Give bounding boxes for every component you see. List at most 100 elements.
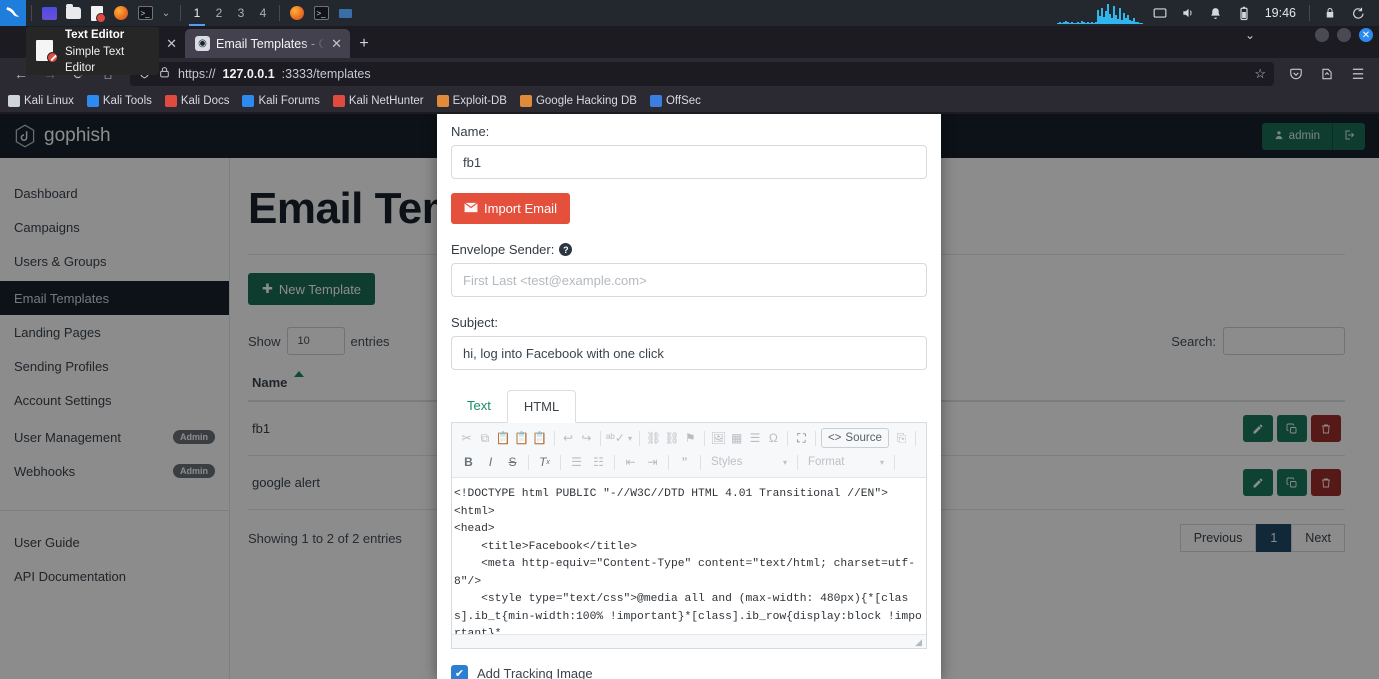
lock-icon[interactable] <box>1317 0 1343 26</box>
bookmark-kali-linux[interactable]: Kali Linux <box>8 95 74 107</box>
subject-input[interactable]: hi, log into Facebook with one click <box>451 336 927 370</box>
editor-toolbar: ✂ ⧉ 📋 📋 📋 ↩ ↪ ᵃᵇ✓ ▾ ⛓ ⛓ ⚑ 🖼 ▦ ☰ Ω ⛶ <> S… <box>452 423 926 478</box>
remove-format-icon[interactable]: Tx <box>534 452 555 473</box>
minimize-button[interactable] <box>1315 28 1329 42</box>
image-icon[interactable]: 🖼 <box>710 428 727 449</box>
editor-tabs: Text HTML <box>451 390 927 423</box>
system-tray: 19:46 <box>1147 0 1379 26</box>
taskbar-firefox-icon[interactable] <box>285 0 309 26</box>
blockquote-icon[interactable]: ” <box>674 452 695 473</box>
volume-icon[interactable] <box>1175 0 1201 26</box>
bookmark-kali-docs[interactable]: Kali Docs <box>164 95 229 107</box>
files-icon[interactable] <box>61 0 85 26</box>
envelope-sender-input[interactable]: First Last <test@example.com> <box>451 263 927 297</box>
logout-icon[interactable] <box>1345 0 1371 26</box>
toolbar-divider <box>815 430 816 446</box>
close-icon[interactable]: ✕ <box>331 36 342 52</box>
source-line: <head> <box>454 523 495 535</box>
modal-form: Name: fb1 Import Email Envelope Sender: … <box>437 124 941 679</box>
copy-icon[interactable]: ⧉ <box>476 428 493 449</box>
bookmark-kali-forums[interactable]: Kali Forums <box>242 95 320 107</box>
styles-dropdown[interactable]: Styles ▾ <box>706 456 792 468</box>
kali-dragon-icon[interactable] <box>0 0 26 26</box>
anchor-icon[interactable]: ⚑ <box>682 428 699 449</box>
envelope-icon <box>464 201 478 216</box>
paste-word-icon[interactable]: 📋 <box>531 428 548 449</box>
hamburger-menu-icon[interactable]: ☰ <box>1345 61 1371 87</box>
numbered-list-icon[interactable]: ☰ <box>566 452 587 473</box>
window-controls: ⌄ ✕ <box>1245 28 1373 42</box>
taskbar-terminal-icon[interactable]: >_ <box>309 0 333 26</box>
name-input[interactable]: fb1 <box>451 145 927 179</box>
bell-icon[interactable] <box>1203 0 1229 26</box>
workspace-switcher[interactable]: 1 2 3 4 <box>186 0 274 26</box>
toolbar-divider <box>700 454 701 470</box>
bookmark-label: Kali Linux <box>24 95 74 107</box>
editor-resize-handle[interactable] <box>452 634 926 648</box>
redo-icon[interactable]: ↪ <box>578 428 595 449</box>
format-dropdown[interactable]: Format ▾ <box>803 456 889 468</box>
bold-icon[interactable]: B <box>458 452 479 473</box>
table-icon[interactable]: ▦ <box>728 428 745 449</box>
horizontal-rule-icon[interactable]: ☰ <box>746 428 763 449</box>
source-button[interactable]: <> Source <box>820 428 889 448</box>
templates-icon[interactable]: ⎘ <box>893 428 910 449</box>
terminal-icon[interactable]: >_ <box>133 0 157 26</box>
chevron-down-icon[interactable]: ▾ <box>626 428 634 449</box>
html-source-area[interactable]: <!DOCTYPE html PUBLIC "-//W3C//DTD HTML … <box>452 478 926 634</box>
pocket-icon[interactable] <box>1283 61 1309 87</box>
bookmark-kali-nethunter[interactable]: Kali NetHunter <box>332 95 424 107</box>
battery-icon[interactable] <box>1231 0 1257 26</box>
tab-html[interactable]: HTML <box>506 390 577 423</box>
firefox-icon[interactable] <box>109 0 133 26</box>
save-to-pocket-icon[interactable] <box>1314 61 1340 87</box>
bookmark-google-hacking-db[interactable]: Google Hacking DB <box>519 95 637 107</box>
close-icon[interactable]: ✕ <box>166 36 177 52</box>
special-char-icon[interactable]: Ω <box>765 428 782 449</box>
tab-text[interactable]: Text <box>451 390 507 422</box>
cut-icon[interactable]: ✂ <box>458 428 475 449</box>
screen-icon[interactable] <box>1147 0 1173 26</box>
display-icon[interactable] <box>37 0 61 26</box>
chevron-down-icon[interactable]: ⌄ <box>1245 28 1255 42</box>
bulleted-list-icon[interactable]: ☷ <box>588 452 609 473</box>
panel-divider-3 <box>279 5 280 21</box>
kali-docs-icon <box>164 95 177 107</box>
outdent-icon[interactable]: ⇤ <box>620 452 641 473</box>
maximize-button[interactable] <box>1337 28 1351 42</box>
paste-icon[interactable]: 📋 <box>495 428 512 449</box>
maximize-icon[interactable]: ⛶ <box>793 428 810 449</box>
toolbar-divider <box>600 430 601 446</box>
toolbar-divider <box>639 430 640 446</box>
unlink-icon[interactable]: ⛓ <box>663 428 680 449</box>
workspace-2[interactable]: 2 <box>208 0 230 26</box>
panel-divider-2 <box>180 5 181 21</box>
bookmark-offsec[interactable]: OffSec <box>649 95 701 107</box>
bookmark-exploit-db[interactable]: Exploit-DB <box>436 95 507 107</box>
gophish-icon: ◉ <box>195 36 210 51</box>
chevron-down-icon[interactable]: ⌄ <box>157 0 175 26</box>
close-button[interactable]: ✕ <box>1359 28 1373 42</box>
workspace-1[interactable]: 1 <box>186 0 208 26</box>
workspace-3[interactable]: 3 <box>230 0 252 26</box>
taskbar-window-icon[interactable] <box>333 0 357 26</box>
undo-icon[interactable]: ↩ <box>559 428 576 449</box>
clock[interactable]: 19:46 <box>1259 6 1302 20</box>
lock-warning-icon[interactable] <box>158 66 171 82</box>
bookmark-star-icon[interactable]: ☆ <box>1254 66 1266 82</box>
strikethrough-icon[interactable]: S <box>502 452 523 473</box>
help-icon[interactable]: ? <box>559 243 573 256</box>
address-bar[interactable]: https:// 127.0.0.1:3333/templates ☆ <box>130 62 1274 86</box>
workspace-4[interactable]: 4 <box>252 0 274 26</box>
import-email-button[interactable]: Import Email <box>451 193 570 224</box>
bookmark-kali-tools[interactable]: Kali Tools <box>86 95 152 107</box>
text-editor-icon[interactable] <box>85 0 109 26</box>
italic-icon[interactable]: I <box>480 452 501 473</box>
link-icon[interactable]: ⛓ <box>645 428 662 449</box>
tracking-image-checkbox[interactable]: ✔ <box>451 665 468 679</box>
paste-text-icon[interactable]: 📋 <box>513 428 530 449</box>
spellcheck-icon[interactable]: ᵃᵇ✓ <box>606 428 625 449</box>
indent-icon[interactable]: ⇥ <box>642 452 663 473</box>
new-tab-button[interactable]: + <box>350 30 378 58</box>
browser-tab-gophish[interactable]: ◉ Email Templates - Gophish ✕ <box>185 29 350 58</box>
